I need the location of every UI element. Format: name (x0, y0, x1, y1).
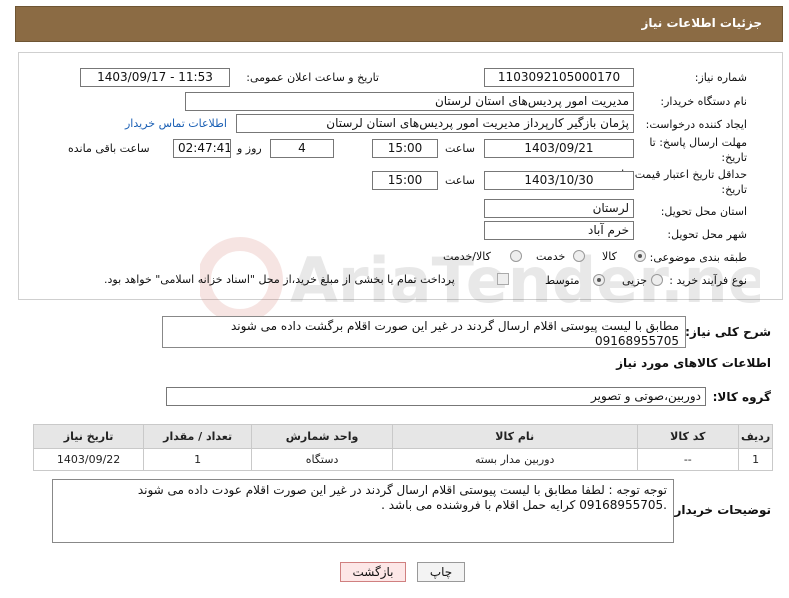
col-quantity: تعداد / مقدار (143, 424, 253, 449)
col-need-date: تاریخ نیاز (32, 424, 145, 449)
process-medium-radio[interactable] (593, 274, 605, 286)
page-header: جزئیات اطلاعات نیاز (15, 6, 783, 42)
price-validity-date-field: 1403/10/30 (484, 171, 634, 190)
deadline-time-field: 15:00 (372, 139, 438, 158)
table-row: 1 -- دوربین مدار بسته دستگاه 1 1403/09/2… (32, 448, 773, 471)
goods-info-title: اطلاعات کالاهای مورد نیاز (616, 356, 771, 370)
back-button[interactable]: بازگشت (340, 562, 406, 582)
page-title: جزئیات اطلاعات نیاز (641, 16, 762, 30)
col-row-number: ردیف (738, 424, 773, 449)
buyer-contact-link[interactable]: اطلاعات تماس خریدار (125, 117, 227, 130)
city-label: شهر محل تحویل: (667, 228, 747, 241)
process-minor-label: جزیی (622, 274, 648, 287)
print-button[interactable]: چاپ (417, 562, 465, 582)
announce-field: 1403/09/17 - 11:53 (80, 68, 230, 87)
process-medium-label: متوسط (545, 274, 580, 287)
category-goods-label: کالا (602, 250, 617, 263)
goods-group-field: دوربین،صوتی و تصویر (166, 387, 706, 406)
general-description-text: مطابق با لیست پیوستی اقلام ارسال گردند د… (162, 316, 686, 348)
category-label: طبقه بندی موضوعی: (649, 251, 747, 264)
col-unit: واحد شمارش (251, 424, 393, 449)
province-field: لرستان (484, 199, 634, 218)
remaining-time-field: 02:47:41 (173, 139, 231, 158)
category-service-label: خدمت (536, 250, 566, 263)
deadline-time-label: ساعت (445, 142, 475, 155)
city-field: خرم آباد (484, 221, 634, 240)
category-both-radio[interactable] (510, 250, 522, 262)
category-goods-radio[interactable] (634, 250, 646, 262)
category-both-label: کالا/خدمت (443, 250, 491, 263)
cell-goods-name: دوربین مدار بسته (391, 448, 638, 471)
announce-label: تاریخ و ساعت اعلان عمومی: (246, 71, 379, 84)
province-label: استان محل تحویل: (660, 205, 747, 218)
cell-need-date: 1403/09/22 (32, 448, 145, 471)
requester-label: ایجاد کننده درخواست: (645, 118, 747, 131)
requester-field: پژمان بازگیر کارپرداز مدیریت امور پردیس‌… (236, 114, 634, 133)
deadline-days-label: روز و (237, 142, 262, 155)
buyer-notes-label: توضیحات خریدار: (669, 503, 771, 517)
deadline-days-field: 4 (270, 139, 334, 158)
treasury-payment-note: پرداخت تمام یا بخشی از مبلغ خرید،از محل … (104, 273, 455, 286)
need-number-label: شماره نیاز: (694, 71, 747, 84)
price-validity-time-field: 15:00 (372, 171, 438, 190)
deadline-date-field: 1403/09/21 (484, 139, 634, 158)
process-label: نوع فرآیند خرید : (669, 274, 747, 287)
buyer-org-label: نام دستگاه خریدار: (660, 95, 747, 108)
need-number-field: 1103092105000170 (484, 68, 634, 87)
cell-unit: دستگاه (251, 448, 393, 471)
category-service-radio[interactable] (573, 250, 585, 262)
general-description-label: شرح کلی نیاز: (685, 325, 771, 339)
remaining-time-label: ساعت باقی مانده (68, 142, 150, 155)
cell-row-number: 1 (738, 448, 773, 471)
goods-table-header: ردیف کد کالا نام کالا واحد شمارش تعداد /… (32, 424, 773, 449)
buyer-org-field: مدیریت امور پردیس‌های استان لرستان (185, 92, 634, 111)
cell-quantity: 1 (143, 448, 253, 471)
deadline-label: مهلت ارسال پاسخ: تا تاریخ: (649, 136, 747, 164)
col-goods-name: نام کالا (391, 424, 638, 449)
goods-table: ردیف کد کالا نام کالا واحد شمارش تعداد /… (32, 424, 773, 471)
process-minor-radio[interactable] (651, 274, 663, 286)
cell-goods-code: -- (636, 448, 740, 471)
buyer-notes-text: توجه توجه : لطفا مطابق با لیست پیوستی اق… (52, 479, 674, 543)
price-validity-time-label: ساعت (445, 174, 475, 187)
treasury-payment-checkbox[interactable] (497, 273, 509, 285)
goods-group-label: گروه کالا: (712, 390, 771, 404)
col-goods-code: کد کالا (636, 424, 740, 449)
